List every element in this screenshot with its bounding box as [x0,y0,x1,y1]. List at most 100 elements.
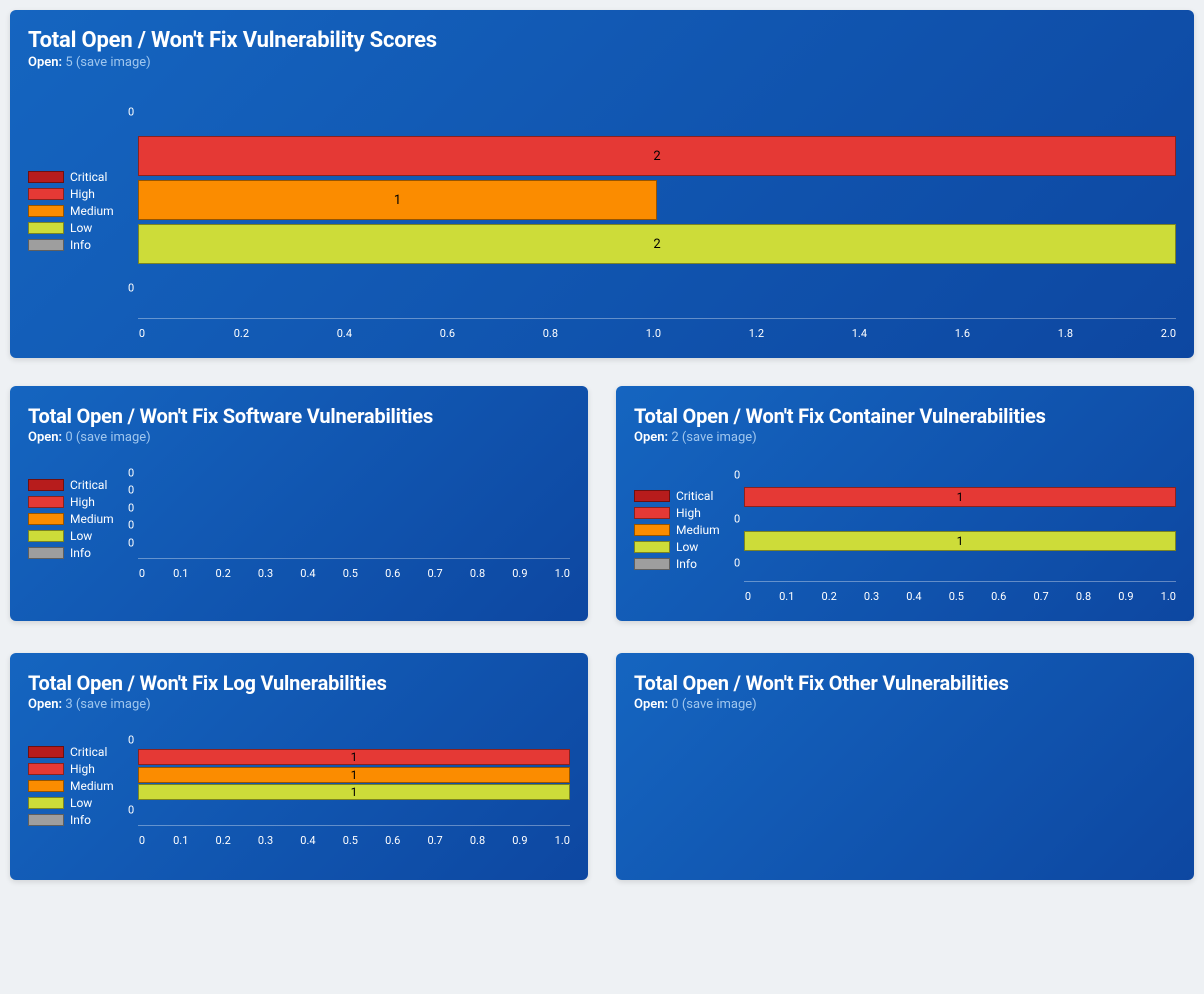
legend-item-low[interactable]: Low [28,796,132,810]
bar-medium[interactable]: 1 [138,767,570,783]
legend-item-low[interactable]: Low [28,221,132,235]
legend-swatch [28,746,64,758]
legend-item-medium[interactable]: Medium [634,523,738,537]
legend-item-high[interactable]: High [28,495,132,509]
bar-row-medium: 0 [744,509,1176,529]
legend-label: Low [70,529,92,543]
bar-low[interactable]: 1 [138,784,570,800]
bar-row-medium: 1 [138,180,1176,220]
x-tick: 0 [138,567,146,580]
legend-item-critical[interactable]: Critical [28,170,132,184]
x-tick: 0.2 [234,327,249,340]
legend-label: High [70,187,95,201]
card-subtitle: Open: 3 (save image) [28,697,570,712]
x-axis: 00.10.20.30.40.50.60.70.80.91.0 [138,567,570,580]
bars-area: 01110 [138,724,570,826]
legend-item-critical[interactable]: Critical [28,478,132,492]
bar-medium[interactable]: 1 [138,180,657,220]
chart-total: CriticalHighMediumLowInfo 02120 00.20.40… [28,82,1176,340]
bar-high[interactable]: 1 [138,749,570,765]
bar-row-info: 0 [138,535,570,551]
legend-swatch [28,479,64,491]
legend-label: Low [70,796,92,810]
card-total-vulnerability-scores: Total Open / Won't Fix Vulnerability Sco… [10,10,1194,358]
legend-item-critical[interactable]: Critical [634,489,738,503]
card-subtitle: Open: 0 (save image) [28,430,570,445]
bar-row-low: 1 [744,531,1176,551]
bar-row-critical: 0 [138,465,570,481]
legend-item-low[interactable]: Low [634,540,738,554]
legend-swatch [28,171,64,183]
plot: 01110 00.10.20.30.40.50.60.70.80.91.0 [138,724,570,847]
legend-swatch [28,530,64,542]
bar-row-low: 2 [138,224,1176,264]
legend-label: High [70,762,95,776]
legend-item-high[interactable]: High [634,506,738,520]
legend-item-info[interactable]: Info [28,546,132,560]
x-tick: 0.9 [512,567,527,580]
x-tick: 0.4 [906,590,921,603]
legend-swatch [28,547,64,559]
legend-label: Critical [70,170,107,184]
legend-swatch [28,239,64,251]
save-image-link[interactable]: (save image) [682,697,757,712]
bar-high[interactable]: 1 [744,487,1176,507]
x-tick: 0.6 [385,834,400,847]
x-tick: 2.0 [1161,327,1176,340]
x-tick: 0.7 [427,834,442,847]
bar-row-high: 2 [138,136,1176,176]
open-count: 0 [65,430,72,445]
card-title: Total Open / Won't Fix Other Vulnerabili… [634,671,1176,695]
save-image-link[interactable]: (save image) [76,55,151,70]
bar-row-high: 1 [138,749,570,765]
open-label: Open: [634,430,668,445]
bar-low[interactable]: 1 [744,531,1176,551]
open-label: Open: [28,697,62,712]
legend-item-medium[interactable]: Medium [28,512,132,526]
open-count: 2 [671,430,678,445]
card-title: Total Open / Won't Fix Vulnerability Sco… [28,28,1176,53]
legend-label: Medium [70,512,114,526]
x-tick: 0.6 [385,567,400,580]
bar-zero-label: 0 [128,501,134,514]
bar-zero-label: 0 [734,469,740,482]
save-image-link[interactable]: (save image) [682,430,757,445]
bar-zero-label: 0 [128,803,134,816]
card-subtitle: Open: 5 (save image) [28,55,1176,70]
card-other-vulnerabilities: Total Open / Won't Fix Other Vulnerabili… [616,653,1194,880]
bars-area: 00000 [138,457,570,559]
legend-item-medium[interactable]: Medium [28,779,132,793]
legend-swatch [634,507,670,519]
legend-item-info[interactable]: Info [28,238,132,252]
legend-item-medium[interactable]: Medium [28,204,132,218]
x-tick: 0.2 [822,590,837,603]
x-tick: 1.4 [852,327,867,340]
legend-item-info[interactable]: Info [28,813,132,827]
legend-swatch [28,763,64,775]
card-container-vulnerabilities: Total Open / Won't Fix Container Vulnera… [616,386,1194,621]
bar-row-low: 0 [138,517,570,533]
legend-item-high[interactable]: High [28,187,132,201]
legend-item-info[interactable]: Info [634,557,738,571]
save-image-link[interactable]: (save image) [76,697,151,712]
bar-low[interactable]: 2 [138,224,1176,264]
x-tick: 0.1 [173,834,188,847]
bar-row-info: 0 [138,802,570,818]
legend-item-high[interactable]: High [28,762,132,776]
bar-high[interactable]: 2 [138,136,1176,176]
card-title: Total Open / Won't Fix Software Vulnerab… [28,404,570,428]
x-tick: 0.2 [216,567,231,580]
legend-item-low[interactable]: Low [28,529,132,543]
bar-row-critical: 0 [138,732,570,748]
x-tick: 0.3 [864,590,879,603]
card-subtitle: Open: 2 (save image) [634,430,1176,445]
x-tick: 0.7 [1033,590,1048,603]
x-tick: 0.4 [300,834,315,847]
plot: 02120 00.20.40.60.81.01.21.41.61.82.0 [138,82,1176,340]
save-image-link[interactable]: (save image) [76,430,151,445]
x-tick: 0.8 [470,834,485,847]
legend-item-critical[interactable]: Critical [28,745,132,759]
legend-label: Critical [70,745,107,759]
open-count: 3 [65,697,72,712]
bar-row-info: 0 [138,268,1176,308]
